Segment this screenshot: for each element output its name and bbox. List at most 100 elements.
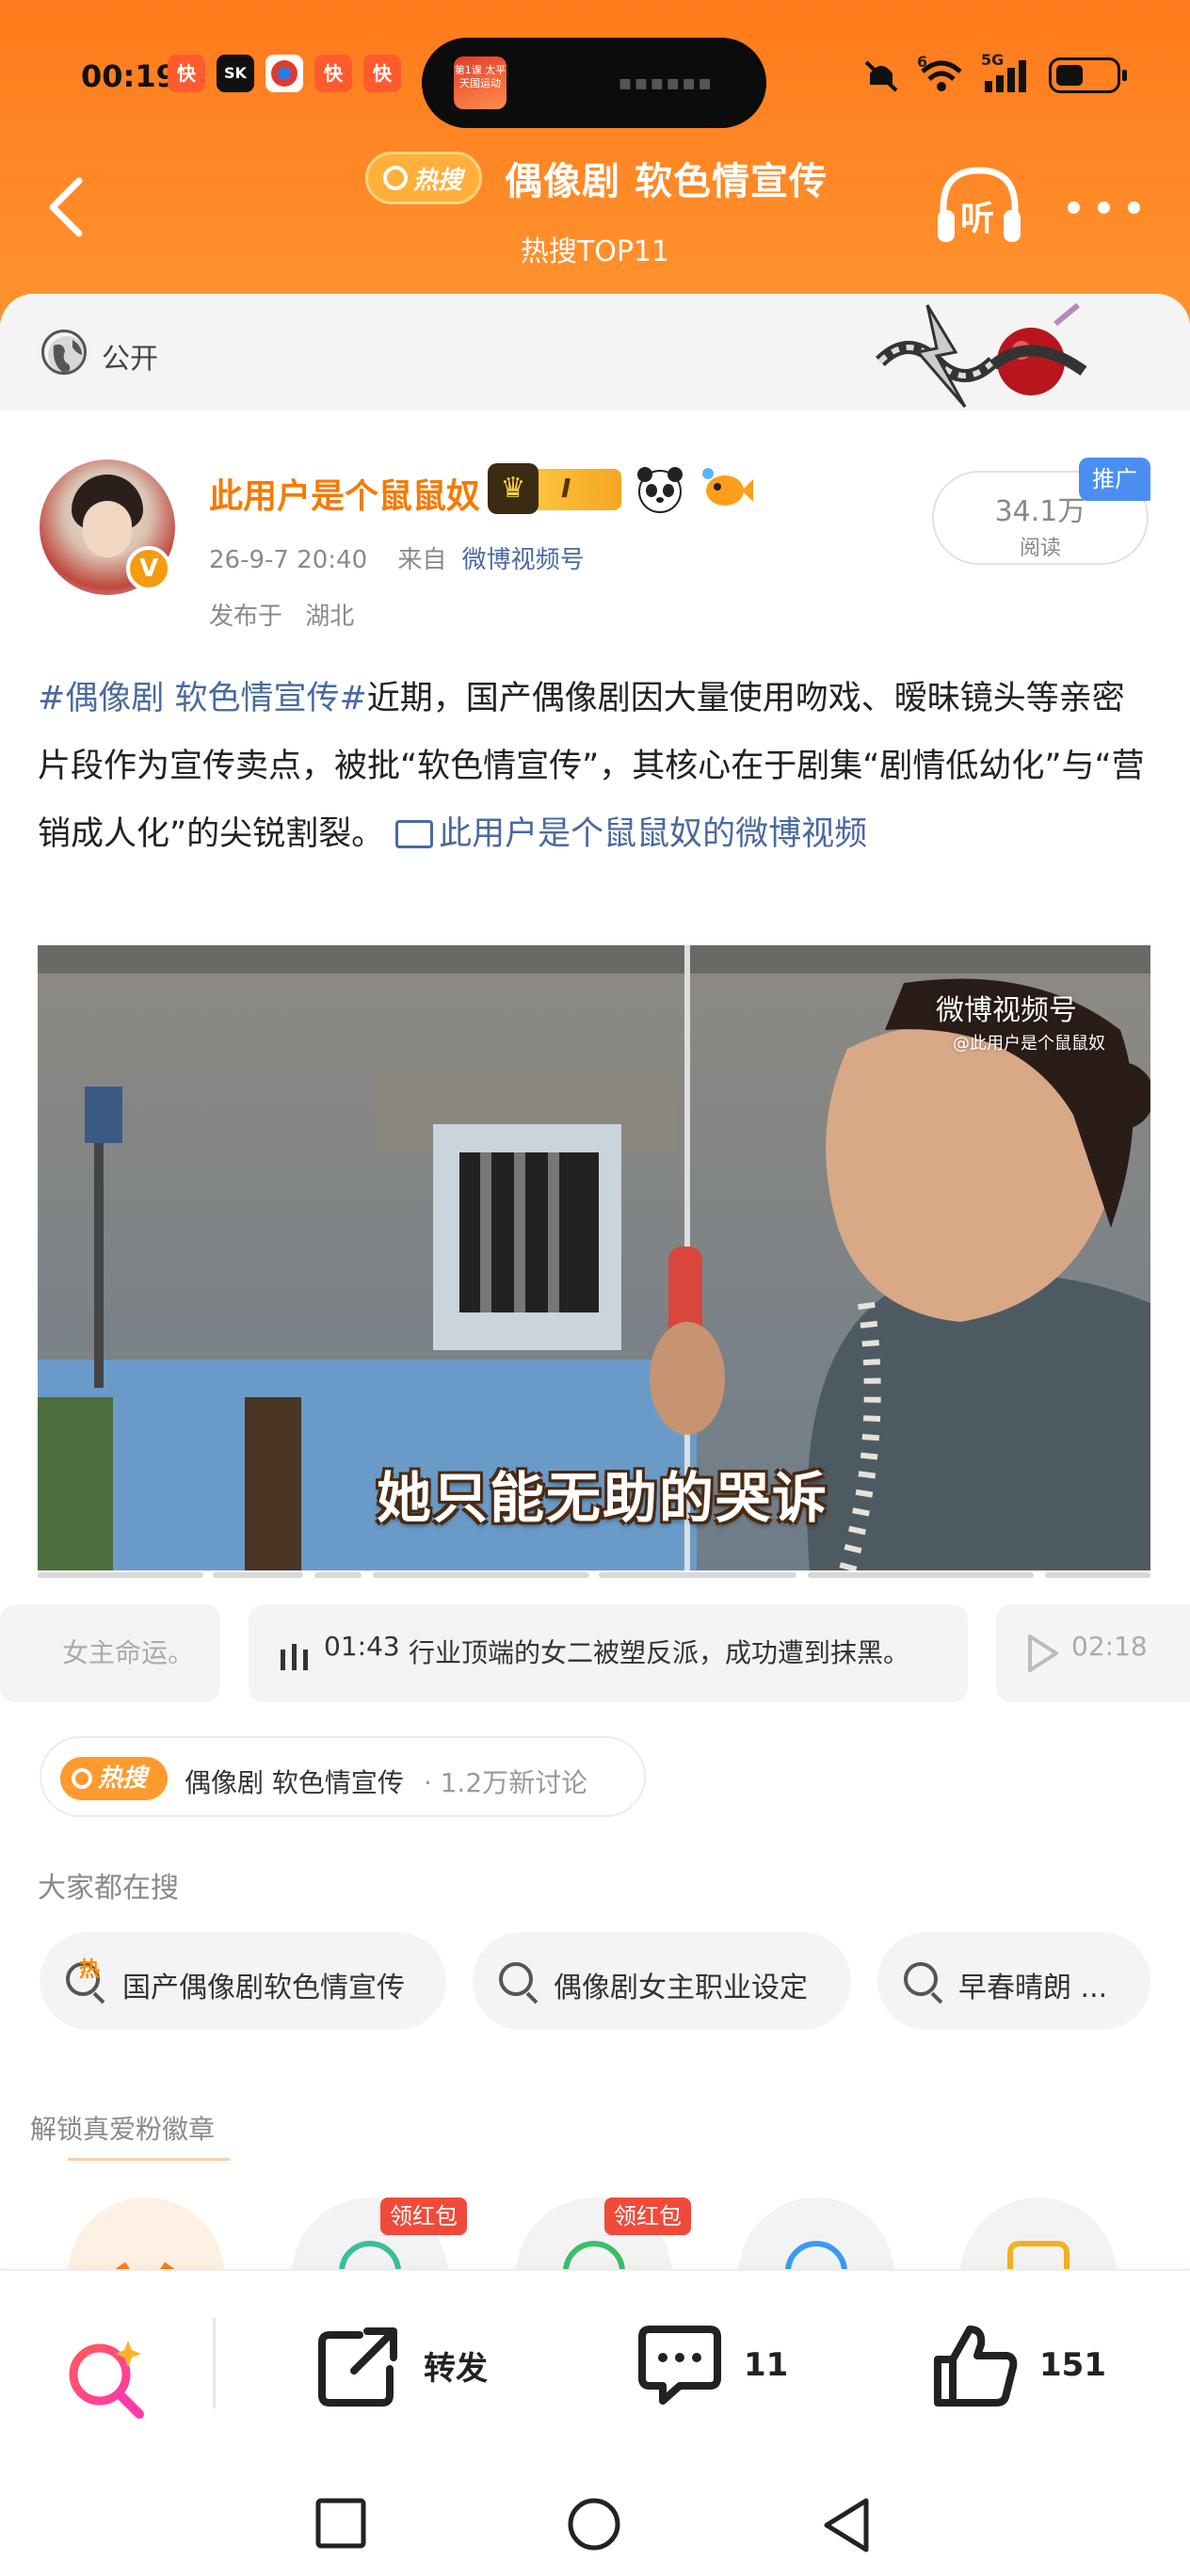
playing-bars-icon [281, 1644, 308, 1670]
visibility-label: 公开 [102, 343, 158, 376]
dynamic-island: 第1课 太平天国运动 ▪▪▪▪▪▪ [422, 38, 766, 128]
fish-badge-icon[interactable] [699, 464, 753, 515]
visibility-row: 公开 [0, 294, 1190, 411]
globe-icon [41, 330, 87, 375]
section-label-unlock-badges: 解锁真爱粉徽章 [30, 2114, 216, 2145]
media-thumbnail: 第1课 太平天国运动 [454, 56, 507, 109]
suggestion-text: 偶像剧女主职业设定 [554, 1972, 808, 2004]
search-suggestion[interactable]: 热 国产偶像剧软色情宣传 [40, 1932, 446, 2030]
status-bar: 00:19 快 SK 快 快 第1课 太平天国运动 ▪▪▪▪▪▪ 6 5G [0, 38, 1190, 128]
wifi-icon: 6 [917, 53, 966, 94]
more-dot [1128, 201, 1140, 214]
chapter-text: 女主命运。 [61, 1637, 194, 1668]
verified-badge-icon: V [126, 546, 171, 591]
divider [213, 2318, 216, 2408]
back-nav-button[interactable] [821, 2497, 874, 2553]
search-icon [499, 1962, 533, 1996]
comment-bubble-icon [638, 2326, 721, 2405]
topic-hashtag-link[interactable]: #偶像剧 软色情宣传# [38, 680, 367, 717]
sk-app-icon: SK [217, 55, 254, 92]
chapter-item[interactable]: 02:18 [996, 1604, 1190, 1702]
post-source-link[interactable]: 微博视频号 [462, 546, 585, 574]
kuaishou-app-icon-3: 快 [363, 55, 401, 92]
panda-badge-icon[interactable] [635, 464, 685, 515]
chapter-progress [38, 1572, 1150, 1580]
search-icon [383, 166, 408, 190]
crown-icon: ♛ [488, 463, 539, 514]
more-dot [1098, 201, 1110, 214]
cellular-signal-icon: 5G [981, 51, 1034, 94]
post-body: #偶像剧 软色情宣传#近期，国产偶像剧因大量使用吻戏、暧昧镜头等亲密片段作为宣传… [38, 665, 1154, 868]
chapter-item[interactable]: 女主命运。 [0, 1604, 220, 1702]
hot-topic-text: 偶像剧 软色情宣传 · 1.2万新讨论 [185, 1763, 587, 1800]
network-type-label: 5G [981, 51, 1005, 69]
chapter-text: 行业顶端的女二被塑反派，成功遭到抹黑。 [409, 1637, 910, 1668]
search-icon [904, 1962, 938, 1996]
more-options-button[interactable] [1062, 188, 1147, 226]
repost-label: 转发 [424, 2349, 488, 2388]
source-prefix: 来自 [397, 546, 447, 574]
red-packet-tag[interactable]: 领红包 [380, 2198, 467, 2235]
location-value: 湖北 [305, 603, 355, 631]
repost-button[interactable]: 转发 [316, 2318, 488, 2412]
video-watermark: 微博视频号 [936, 994, 1077, 1027]
hot-topic-count: · 1.2万新讨论 [423, 1767, 588, 1798]
hot-mark: 热 [79, 1958, 101, 1982]
comment-button[interactable]: 11 [636, 2318, 788, 2412]
listen-button[interactable]: 听 [932, 165, 1026, 250]
bottom-action-bar: 转发 11 151 [0, 2269, 1190, 2457]
audio-wave-icon: ▪▪▪▪▪▪ [618, 72, 714, 95]
suggestion-text: 早春晴朗 ... [958, 1972, 1108, 2004]
video-link[interactable]: 此用户是个鼠鼠奴的微博视频 [439, 815, 867, 853]
home-button[interactable] [565, 2497, 623, 2555]
user-badges: ♛ I [488, 463, 753, 516]
location-prefix: 发布于 [209, 603, 283, 631]
search-suggestion[interactable]: 早春晴朗 ... [877, 1932, 1150, 2030]
chapter-item-active[interactable]: 01:43 行业顶端的女二被塑反派，成功遭到抹黑。 [249, 1604, 968, 1702]
hot-topic-name: 偶像剧 软色情宣传 [185, 1767, 404, 1798]
listen-label: 听 [960, 200, 995, 238]
status-icons: 6 5G [860, 51, 1127, 98]
share-arrow-icon [318, 2327, 397, 2407]
video-camera-icon [395, 820, 434, 848]
search-suggestion[interactable]: 偶像剧女主职业设定 [473, 1932, 851, 2030]
reads-label: 阅读 [1019, 537, 1061, 560]
divider [68, 2158, 230, 2161]
status-time: 00:19 [81, 58, 177, 94]
kuaishou-app-icon: 快 [168, 55, 205, 92]
comment-count: 11 [744, 2346, 789, 2384]
chapter-time: 02:18 [1071, 1631, 1148, 1662]
post-location: 发布于 湖北 [209, 597, 354, 632]
post-meta: 26-9-7 20:40 来自 微博视频号 [209, 540, 585, 575]
hot-search-badge[interactable]: 热搜 [365, 152, 483, 204]
like-count: 151 [1039, 2346, 1106, 2384]
mute-bell-icon [864, 60, 898, 92]
like-button[interactable]: 151 [932, 2318, 1106, 2412]
kuaishou-app-icon-2: 快 [314, 55, 352, 92]
thumbs-up-icon [934, 2326, 1018, 2407]
hot-search-label: 热搜 [413, 166, 463, 195]
decorative-sticker [871, 296, 1097, 411]
recent-apps-button[interactable] [314, 2497, 367, 2550]
ai-search-button[interactable] [62, 2337, 156, 2431]
system-nav-bar [0, 2457, 1190, 2576]
vip-level-badge[interactable]: ♛ I [488, 463, 621, 514]
video-player[interactable]: 微博视频号 @此用户是个鼠鼠奴 她只能无助的哭诉 [38, 945, 1150, 1570]
sparkle-search-icon [69, 2341, 144, 2419]
promoted-tag: 推广 [1079, 458, 1150, 501]
title-row: 热搜 偶像剧 软色情宣传 [365, 145, 828, 211]
chapter-time: 01:43 [324, 1631, 400, 1662]
video-subtitle: 她只能无助的哭诉 [377, 1466, 829, 1530]
section-label-everyone-searching: 大家都在搜 [38, 1872, 179, 1905]
vip-level-label: I [561, 473, 571, 504]
username[interactable]: 此用户是个鼠鼠奴 [209, 469, 480, 518]
battery-icon [1049, 57, 1127, 93]
red-packet-tag[interactable]: 领红包 [604, 2198, 691, 2235]
suggestion-text: 国产偶像剧软色情宣传 [122, 1972, 405, 2004]
search-icon [72, 1768, 92, 1789]
post-date: 26-9-7 20:40 [209, 546, 368, 574]
hot-topic-chip[interactable]: 热搜 偶像剧 软色情宣传 · 1.2万新讨论 [40, 1736, 646, 1817]
page-title: 偶像剧 软色情宣传 [505, 160, 828, 203]
hot-badge-label: 热搜 [98, 1764, 148, 1793]
hot-search-badge: 热搜 [60, 1757, 168, 1800]
